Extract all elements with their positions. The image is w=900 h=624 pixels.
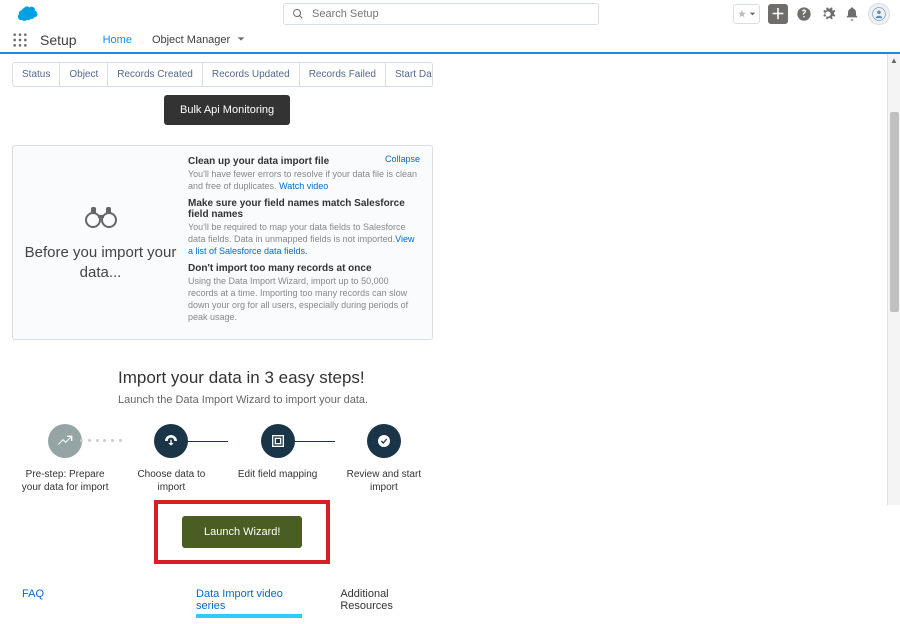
resources-link[interactable]: Additional Resources [340,588,433,616]
step-edit-icon [261,424,295,458]
filter-tabs: Status Object Records Created Records Up… [12,62,433,87]
step-choose-icon [154,424,188,458]
tip-title: Make sure your field names match Salesfo… [188,198,418,220]
filter-object[interactable]: Object [60,63,108,86]
nav-bar: Setup Home Object Manager [0,28,900,54]
favorites-button[interactable] [733,4,760,24]
collapse-link[interactable]: Collapse [385,154,420,164]
watch-video-link[interactable]: Watch video [279,181,328,191]
filter-start[interactable]: Start Date [386,63,433,86]
step-label-choose: Choose data to import [126,468,216,494]
before-import-panel: Collapse Before you import your data... … [12,145,433,340]
app-launcher-icon[interactable] [12,32,28,48]
tip-title: Clean up your data import file [188,156,418,167]
panel-heading: Before you import your data... [13,243,188,282]
step-label-review: Review and start import [339,468,429,494]
global-search[interactable] [283,3,599,25]
star-icon [737,9,747,19]
tip-1: Clean up your data import file You'll ha… [188,156,418,192]
video-series-link[interactable]: Data Import video series [196,588,302,616]
help-icon[interactable] [796,6,812,22]
search-input[interactable] [312,8,590,20]
chevron-down-icon [237,35,245,43]
avatar[interactable] [868,3,890,25]
search-icon [292,8,304,20]
faq-link[interactable]: FAQ [22,588,44,616]
steps-subtitle: Launch the Data Import Wizard to import … [118,394,433,406]
add-button[interactable]: ＋ [768,4,788,24]
filter-status[interactable]: Status [13,63,60,86]
tip-3: Don't import too many records at once Us… [188,263,418,323]
filter-updated[interactable]: Records Updated [203,63,300,86]
filter-failed[interactable]: Records Failed [300,63,386,86]
steps-row: Pre-step: Prepare your data for import C… [12,424,437,494]
step-review-icon [367,424,401,458]
launch-highlight: Launch Wizard! [154,500,330,564]
salesforce-logo-icon [14,5,40,23]
steps-title: Import your data in 3 easy steps! [118,368,433,388]
tab-object-manager[interactable]: Object Manager [142,28,255,54]
bottom-links: FAQ Data Import video series Additional … [12,588,433,616]
scroll-up-icon[interactable]: ▲ [888,54,900,66]
bulk-api-button[interactable]: Bulk Api Monitoring [164,95,290,125]
gear-icon[interactable] [820,6,836,22]
tip-title: Don't import too many records at once [188,263,418,274]
avatar-icon [872,7,886,21]
scroll-thumb[interactable] [890,112,899,312]
step-label-edit: Edit field mapping [233,468,323,481]
chevron-down-icon [749,9,756,19]
step-label-prep: Pre-step: Prepare your data for import [20,468,110,494]
tip-2: Make sure your field names match Salesfo… [188,198,418,257]
launch-wizard-button[interactable]: Launch Wizard! [182,516,302,548]
setup-label: Setup [40,32,77,48]
tab-home[interactable]: Home [93,28,142,54]
step-prep-icon [48,424,82,458]
binoculars-icon [85,203,117,235]
filter-created[interactable]: Records Created [108,63,203,86]
scrollbar[interactable]: ▲ [887,54,900,505]
bell-icon[interactable] [844,6,860,22]
main-content: Status Object Records Created Records Up… [0,54,445,624]
global-header: ＋ [0,0,900,28]
